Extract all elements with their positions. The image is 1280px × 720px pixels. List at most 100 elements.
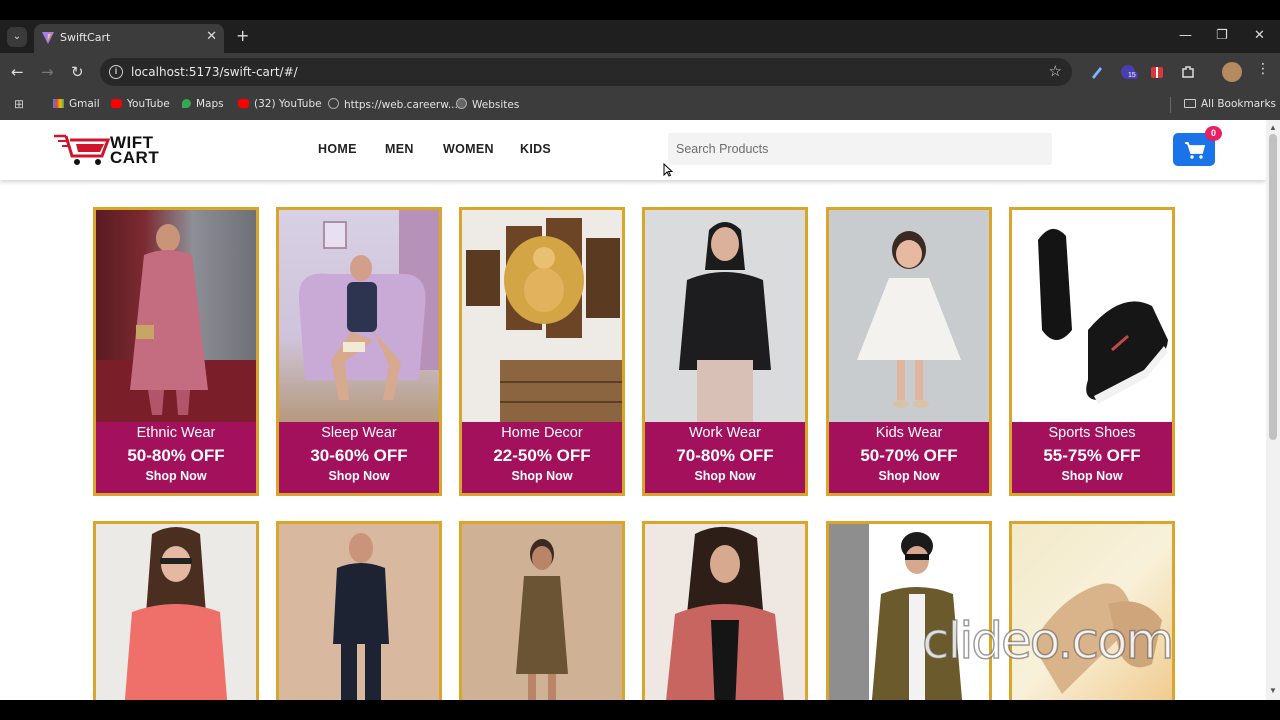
- category-card-sports-shoes[interactable]: Sports Shoes 55-75% OFF Shop Now: [1009, 207, 1175, 496]
- product-card[interactable]: [276, 521, 442, 700]
- bookmark-maps[interactable]: Maps: [182, 98, 224, 110]
- all-bookmarks[interactable]: All Bookmarks: [1184, 98, 1276, 110]
- scroll-up-icon[interactable]: ▲: [1269, 123, 1277, 132]
- globe-icon: [328, 98, 339, 109]
- address-bar[interactable]: i localhost:5173/swift-cart/#/ ☆: [100, 58, 1072, 86]
- product-card[interactable]: [826, 521, 992, 700]
- sports-shoes-image: [1012, 210, 1172, 422]
- category-discount: 30-60% OFF: [310, 446, 408, 465]
- product-image: [279, 524, 439, 700]
- category-name: Kids Wear: [875, 425, 943, 441]
- shop-now-link[interactable]: Shop Now: [96, 469, 256, 483]
- product-card[interactable]: [93, 521, 259, 700]
- window-top-edge: [0, 0, 1280, 20]
- scroll-down-icon[interactable]: ▼: [1269, 686, 1277, 695]
- category-discount: 55-75% OFF: [1043, 446, 1141, 465]
- folder-icon: [1184, 99, 1196, 108]
- reload-icon[interactable]: ↻: [71, 63, 84, 81]
- category-discount: 70-80% OFF: [676, 446, 774, 465]
- window-bottom-edge: [0, 700, 1280, 720]
- product-photo: [333, 533, 389, 700]
- category-card-kids-wear[interactable]: Kids Wear 50-70% OFF Shop Now: [826, 207, 992, 496]
- cart-logo-icon: [54, 134, 111, 165]
- category-band: Sleep Wear 30-60% OFF Shop Now: [279, 422, 439, 493]
- tab-search-icon[interactable]: ⌄: [7, 27, 27, 47]
- shop-now-link[interactable]: Shop Now: [829, 469, 989, 483]
- mouse-cursor-icon: [663, 163, 673, 177]
- bookmark-gmail[interactable]: Gmail: [53, 98, 100, 110]
- tab-close-icon[interactable]: ✕: [206, 29, 217, 44]
- shop-now-link[interactable]: Shop Now: [1012, 469, 1172, 483]
- extension-badge: 15: [1126, 72, 1138, 79]
- pen-extension-icon[interactable]: [1089, 64, 1105, 80]
- nav-women[interactable]: WOMEN: [443, 142, 494, 156]
- bookmark-careerw[interactable]: https://web.careerw...: [328, 98, 458, 111]
- category-discount: 50-80% OFF: [127, 446, 225, 465]
- swiftcart-logo[interactable]: WIFT CART: [52, 132, 172, 168]
- nav-home[interactable]: HOME: [318, 142, 357, 156]
- apps-grid-icon[interactable]: ⊞: [14, 97, 24, 111]
- new-tab-icon[interactable]: +: [236, 26, 249, 45]
- back-icon[interactable]: ←: [11, 63, 24, 81]
- shop-now-link[interactable]: Shop Now: [279, 469, 439, 483]
- product-photo: [124, 527, 228, 700]
- category-name: Sleep Wear: [321, 425, 397, 441]
- bookmark-youtube-32[interactable]: (32) YouTube: [238, 98, 322, 110]
- address-url[interactable]: localhost:5173/swift-cart/#/: [131, 65, 298, 79]
- category-band: Kids Wear 50-70% OFF Shop Now: [829, 422, 989, 493]
- bookmark-websites[interactable]: Websites: [456, 98, 519, 111]
- ethnic-wear-photo: [96, 224, 256, 422]
- page-scrollbar[interactable]: ▲ ▼: [1266, 120, 1280, 700]
- work-wear-photo: [679, 222, 771, 422]
- youtube-icon: [111, 99, 122, 108]
- kids-wear-photo: [857, 231, 961, 408]
- product-photo: [516, 539, 568, 700]
- search-input[interactable]: [668, 133, 1052, 165]
- category-name: Ethnic Wear: [136, 425, 216, 441]
- category-name: Work Wear: [689, 425, 761, 441]
- product-card[interactable]: [642, 521, 808, 700]
- bookmark-youtube[interactable]: YouTube: [111, 98, 170, 110]
- scrollbar-thumb[interactable]: [1269, 134, 1277, 440]
- minimize-icon[interactable]: —: [1179, 28, 1192, 43]
- product-card[interactable]: [459, 521, 625, 700]
- product-image: [462, 524, 622, 700]
- youtube-icon: [238, 99, 249, 108]
- puzzle-extensions-icon[interactable]: [1180, 64, 1196, 80]
- clideo-watermark: clideo.com: [921, 611, 1175, 671]
- category-name: Sports Shoes: [1048, 425, 1136, 441]
- logo-wordmark: WIFT CART: [110, 133, 160, 167]
- bookmark-star-icon[interactable]: ☆: [1049, 62, 1062, 80]
- category-card-ethnic-wear[interactable]: Ethnic Wear 50-80% OFF Shop Now: [93, 207, 259, 496]
- site-info-icon[interactable]: i: [109, 65, 123, 79]
- bookmarks-separator: [1170, 97, 1171, 113]
- category-band: Ethnic Wear 50-80% OFF Shop Now: [96, 422, 256, 493]
- category-name: Home Decor: [501, 425, 583, 441]
- category-card-home-decor[interactable]: Home Decor 22-50% OFF Shop Now: [459, 207, 625, 496]
- shop-now-link[interactable]: Shop Now: [462, 469, 622, 483]
- category-card-sleep-wear[interactable]: Sleep Wear 30-60% OFF Shop Now: [276, 207, 442, 496]
- browser-tab[interactable]: SwiftCart ✕: [34, 24, 224, 53]
- home-decor-image: [462, 210, 622, 422]
- product-image: [645, 524, 805, 700]
- browser-toolbar: ← → ↻ i localhost:5173/swift-cart/#/ ☆ ⋮: [0, 53, 1280, 91]
- category-band: Sports Shoes 55-75% OFF Shop Now: [1012, 422, 1172, 493]
- browser-menu-icon[interactable]: ⋮: [1256, 61, 1270, 77]
- kids-wear-image: [829, 210, 989, 422]
- shop-now-link[interactable]: Shop Now: [645, 469, 805, 483]
- window-close-icon[interactable]: ✕: [1254, 28, 1265, 43]
- gift-extension-icon[interactable]: [1149, 64, 1165, 80]
- home-decor-photo: [466, 218, 622, 422]
- nav-kids[interactable]: KIDS: [520, 142, 551, 156]
- cart-count-badge: 0: [1205, 126, 1222, 141]
- nav-men[interactable]: MEN: [385, 142, 414, 156]
- category-discount: 50-70% OFF: [860, 446, 958, 465]
- profile-avatar[interactable]: [1222, 62, 1242, 82]
- browser-tab-bar: ⌄ SwiftCart ✕ + — ❐ ✕: [0, 20, 1280, 53]
- category-card-work-wear[interactable]: Work Wear 70-80% OFF Shop Now: [642, 207, 808, 496]
- restore-icon[interactable]: ❐: [1216, 28, 1228, 43]
- work-wear-image: [645, 210, 805, 422]
- forward-icon[interactable]: →: [41, 63, 54, 81]
- product-card[interactable]: [1009, 521, 1175, 700]
- maps-icon: [182, 99, 191, 108]
